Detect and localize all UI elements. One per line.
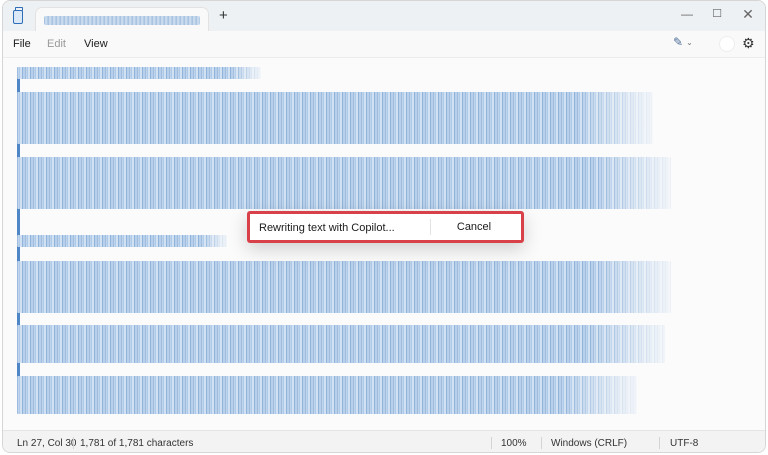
line-ending[interactable]: Windows (CRLF) (551, 438, 627, 449)
notepad-app-icon (13, 7, 23, 24)
new-tab-button[interactable]: + (219, 8, 228, 23)
character-count: 1,781 of 1,781 characters (80, 438, 194, 449)
copilot-rewrite-dialog: Rewriting text with Copilot... Cancel (247, 211, 524, 243)
encoding[interactable]: UTF-8 (670, 438, 698, 449)
avatar[interactable] (719, 36, 735, 52)
menu-file[interactable]: File (13, 38, 31, 50)
text-paragraph-redacted (17, 157, 671, 209)
minimize-button[interactable]: — (675, 5, 699, 23)
text-line-redacted (17, 67, 261, 79)
document-tab[interactable] (35, 7, 209, 33)
menu-edit[interactable]: Edit (47, 38, 66, 50)
cursor-position: Ln 27, Col 30 (17, 438, 77, 449)
text-paragraph-redacted (17, 325, 665, 363)
text-paragraph-redacted (17, 92, 653, 144)
status-bar: Ln 27, Col 30 1,781 of 1,781 characters … (3, 430, 765, 452)
status-divider (659, 437, 660, 449)
tab-title-redacted (44, 16, 200, 25)
menu-bar: File Edit View ✎ ⌄ ⚙ (3, 31, 765, 58)
notepad-window: + — ☐ ✕ File Edit View ✎ ⌄ ⚙ Rewriting te… (2, 0, 766, 453)
maximize-button[interactable]: ☐ (705, 5, 729, 23)
menu-view[interactable]: View (84, 38, 108, 50)
text-paragraph-redacted (17, 376, 637, 414)
text-paragraph-redacted (17, 261, 671, 313)
zoom-level[interactable]: 100% (501, 438, 527, 449)
chevron-down-icon: ⌄ (686, 38, 693, 47)
copilot-pen-icon: ✎ (673, 35, 684, 49)
status-divider (73, 437, 74, 449)
title-bar: + — ☐ ✕ (3, 1, 765, 33)
status-divider (491, 437, 492, 449)
cancel-button[interactable]: Cancel (431, 217, 517, 237)
text-editor[interactable]: Rewriting text with Copilot... Cancel (3, 58, 765, 430)
status-divider (541, 437, 542, 449)
copilot-rewrite-button[interactable]: ✎ ⌄ (673, 35, 705, 53)
text-line-redacted (17, 235, 227, 247)
settings-gear-icon[interactable]: ⚙ (742, 35, 755, 52)
rewrite-status-text: Rewriting text with Copilot... (259, 222, 395, 234)
close-button[interactable]: ✕ (736, 5, 760, 23)
